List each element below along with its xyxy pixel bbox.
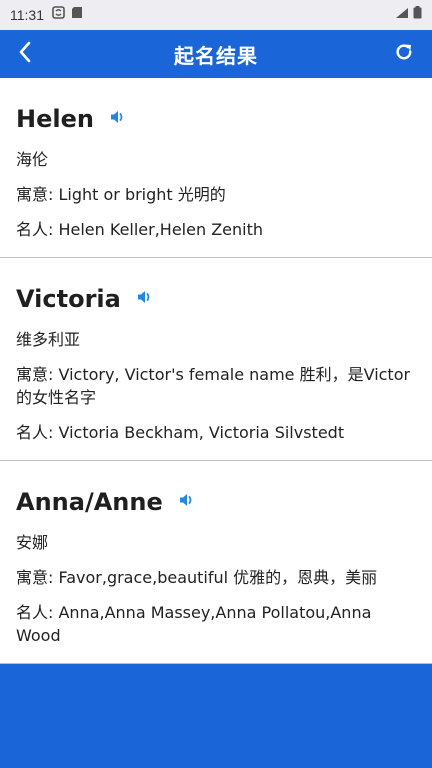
name-card: Helen 海伦 寓意: Light or bright 光明的 名人: Hel… xyxy=(0,78,432,258)
speaker-button[interactable] xyxy=(179,491,201,513)
refresh-icon xyxy=(394,42,414,66)
app-bar: 起名结果 xyxy=(0,30,432,78)
chinese-name: 维多利亚 xyxy=(16,330,81,349)
battery-icon xyxy=(413,6,422,24)
famous-people: 名人: Helen Keller,Helen Zenith xyxy=(16,220,264,239)
name-card: Anna/Anne 安娜 寓意: Favor,grace,beautiful 优… xyxy=(0,461,432,664)
chinese-name: 海伦 xyxy=(16,150,49,169)
refresh-button[interactable] xyxy=(388,37,420,71)
results-list: Helen 海伦 寓意: Light or bright 光明的 名人: Hel… xyxy=(0,78,432,664)
name-meaning: 寓意: Victory, Victor's female name 胜利，是Vi… xyxy=(16,365,411,407)
signal-icon xyxy=(395,6,409,24)
status-time: 11:31 xyxy=(10,7,44,23)
chevron-left-icon xyxy=(18,41,32,67)
famous-people: 名人: Anna,Anna Massey,Anna Pollatou,Anna … xyxy=(16,603,372,645)
speaker-button[interactable] xyxy=(137,288,159,310)
name-meaning: 寓意: Favor,grace,beautiful 优雅的，恩典，美丽 xyxy=(16,568,378,587)
chinese-name: 安娜 xyxy=(16,533,49,552)
famous-people: 名人: Victoria Beckham, Victoria Silvstedt xyxy=(16,423,345,442)
page-title: 起名结果 xyxy=(174,43,258,68)
speaker-button[interactable] xyxy=(110,108,132,130)
english-name: Helen xyxy=(16,105,94,133)
sync-icon xyxy=(52,6,65,24)
english-name: Anna/Anne xyxy=(16,488,163,516)
sd-card-icon xyxy=(71,6,83,24)
status-bar: 11:31 xyxy=(0,0,432,30)
back-button[interactable] xyxy=(10,37,40,71)
name-meaning: 寓意: Light or bright 光明的 xyxy=(16,185,226,204)
english-name: Victoria xyxy=(16,285,121,313)
speaker-icon xyxy=(137,289,153,309)
name-card: Victoria 维多利亚 寓意: Victory, Victor's fema… xyxy=(0,258,432,461)
speaker-icon xyxy=(110,109,126,129)
speaker-icon xyxy=(179,492,195,512)
